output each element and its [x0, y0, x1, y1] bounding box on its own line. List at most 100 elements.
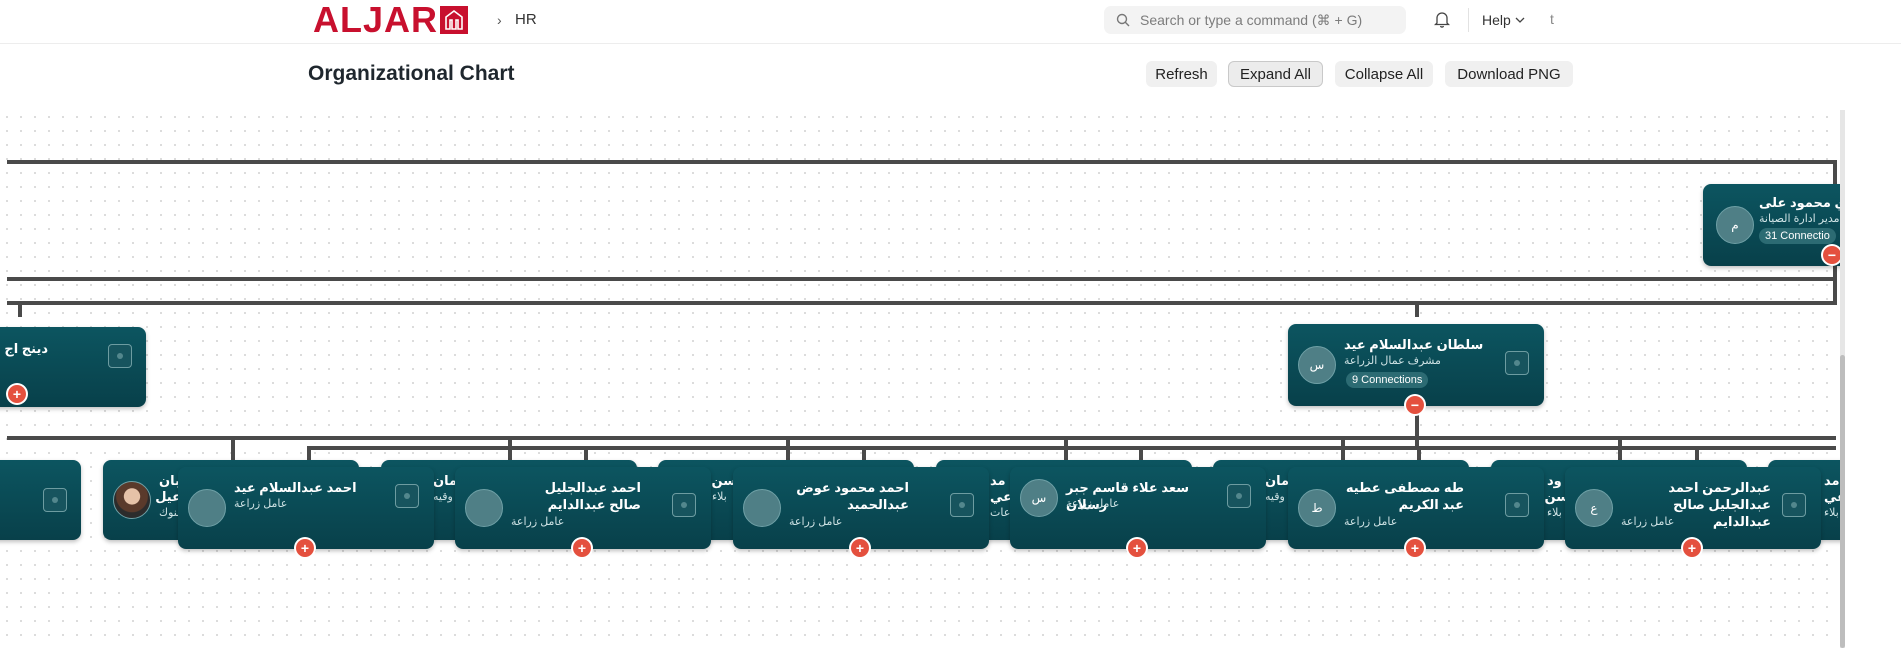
connector-line [1415, 412, 1419, 450]
download-png-button[interactable]: Download PNG [1445, 61, 1573, 87]
node-name: سلطان عبدالسلام عيد [1344, 337, 1484, 352]
avatar [113, 481, 151, 519]
scrollbar-thumb[interactable] [1840, 355, 1845, 648]
org-node-worker[interactable]: ع عبدالرحمن احمد عبدالجليل صالح عبدالداي… [1565, 467, 1821, 557]
connector-line [307, 446, 1836, 450]
node-name: عي [1823, 489, 1840, 504]
logo-mark-icon [440, 6, 469, 34]
collapse-toggle-button[interactable]: − [1406, 396, 1424, 414]
expand-toggle-button[interactable]: + [296, 539, 314, 557]
avatar [188, 489, 226, 527]
expand-toggle-button[interactable]: + [851, 539, 869, 557]
node-name: احمد محمود عوض عبدالحميد [796, 480, 909, 512]
connector-line [7, 160, 1836, 164]
connector-line [1139, 446, 1143, 460]
node-role: عامل زراعة [234, 498, 288, 510]
help-label: Help [1482, 12, 1511, 28]
node-action-icon[interactable] [43, 488, 67, 512]
avatar [743, 489, 781, 527]
avatar: س [1020, 479, 1058, 517]
page-title: Organizational Chart [308, 62, 515, 85]
node-role: عامل زراعة [511, 516, 565, 528]
node-role: مشرف عمال الزراعة [1344, 355, 1441, 367]
connections-badge: 31 Connectio [1759, 228, 1836, 244]
node-role: عامل زراعة [1621, 516, 1675, 528]
connector-line [1695, 446, 1699, 460]
org-node-worker[interactable]: س سعد علاء قاسم جبر رسلان عامل زراعة + [1010, 467, 1266, 557]
org-node-supervisor[interactable]: س سلطان عبدالسلام عيد مشرف عمال الزراعة … [1288, 324, 1544, 414]
node-role: عامل زراعة [789, 516, 843, 528]
breadcrumb-hr[interactable]: HR [515, 11, 537, 28]
connector-line [7, 301, 1836, 305]
connector-line [1833, 277, 1837, 305]
avatar: ط [1298, 489, 1336, 527]
org-node-manager[interactable]: م ي محمود على مدير ادارة الصيانة 31 Conn… [1703, 184, 1840, 266]
connector-line [18, 301, 22, 317]
connector-line [862, 446, 866, 460]
connector-line [7, 277, 1836, 281]
connector-line [307, 446, 311, 460]
connector-line [1618, 436, 1622, 460]
notification-bell-icon[interactable] [1433, 10, 1451, 33]
navbar: ALJAR › HR Search or type a command (⌘ +… [0, 0, 1901, 44]
node-action-icon[interactable] [1505, 351, 1529, 375]
connector-line [1417, 446, 1421, 460]
expand-toggle-button[interactable]: + [1683, 539, 1701, 557]
node-role: عامل زراعة [1344, 516, 1398, 528]
connector-line [1415, 301, 1419, 317]
org-node-behind[interactable] [0, 460, 81, 540]
org-chart-canvas[interactable]: م ي محمود على مدير ادارة الصيانة 31 Conn… [0, 110, 1840, 648]
node-role: بلاء [1824, 507, 1839, 519]
org-node-left[interactable]: دينج اج + [0, 327, 146, 407]
node-name: مد [1824, 473, 1840, 488]
node-action-icon[interactable] [108, 344, 132, 368]
node-name: احمد عبدالجليل صالح عبدالدايم [544, 480, 641, 512]
chevron-down-icon [1515, 17, 1525, 23]
avatar: س [1298, 346, 1336, 384]
expand-toggle-button[interactable]: + [8, 385, 26, 403]
avatar [465, 489, 503, 527]
search-placeholder: Search or type a command (⌘ + G) [1140, 11, 1363, 28]
refresh-button[interactable]: Refresh [1146, 61, 1217, 87]
connections-badge: 9 Connections [1346, 372, 1429, 388]
node-role: عامل زراعة [1066, 498, 1120, 510]
node-name: احمد عبدالسلام عيد [234, 480, 357, 495]
expand-all-button[interactable]: Expand All [1228, 61, 1323, 87]
connector-line [508, 436, 512, 460]
connector-line [584, 446, 588, 460]
connector-line [786, 436, 790, 460]
node-role: مدير ادارة الصيانة [1759, 213, 1840, 225]
org-node-worker[interactable]: احمد عبدالسلام عيد عامل زراعة + [178, 467, 434, 557]
logo-text: ALJAR [313, 0, 439, 40]
collapse-all-button[interactable]: Collapse All [1335, 61, 1433, 87]
expand-toggle-button[interactable]: + [573, 539, 591, 557]
node-name: دينج اج [4, 341, 48, 356]
search-input[interactable]: Search or type a command (⌘ + G) [1104, 6, 1406, 34]
collapse-toggle-button[interactable]: − [1823, 246, 1840, 264]
org-node-worker[interactable]: احمد محمود عوض عبدالحميد عامل زراعة + [733, 467, 989, 557]
help-menu[interactable]: Help [1482, 12, 1525, 28]
company-logo[interactable]: ALJAR [313, 0, 469, 40]
connector-line [1064, 436, 1068, 460]
node-name: ي محمود على [1759, 195, 1840, 210]
user-avatar[interactable]: t [1550, 11, 1554, 27]
connector-line [1341, 436, 1345, 460]
expand-toggle-button[interactable]: + [1128, 539, 1146, 557]
node-action-icon[interactable] [950, 493, 974, 517]
breadcrumb-separator-icon: › [497, 12, 502, 28]
connector-line [7, 436, 1836, 440]
avatar: ع [1575, 489, 1613, 527]
avatar: م [1716, 206, 1754, 244]
navbar-divider [1468, 8, 1469, 32]
expand-toggle-button[interactable]: + [1406, 539, 1424, 557]
org-node-worker[interactable]: احمد عبدالجليل صالح عبدالدايم عامل زراعة… [455, 467, 711, 557]
node-action-icon[interactable] [1227, 484, 1251, 508]
node-action-icon[interactable] [1505, 493, 1529, 517]
search-icon [1116, 13, 1130, 27]
node-action-icon[interactable] [1782, 493, 1806, 517]
connector-line [231, 436, 235, 460]
org-node-worker[interactable]: ط طه مصطفى عطيه عبد الكريم عامل زراعة + [1288, 467, 1544, 557]
node-name: طه مصطفى عطيه عبد الكريم [1345, 480, 1464, 512]
node-action-icon[interactable] [395, 484, 419, 508]
node-action-icon[interactable] [672, 493, 696, 517]
